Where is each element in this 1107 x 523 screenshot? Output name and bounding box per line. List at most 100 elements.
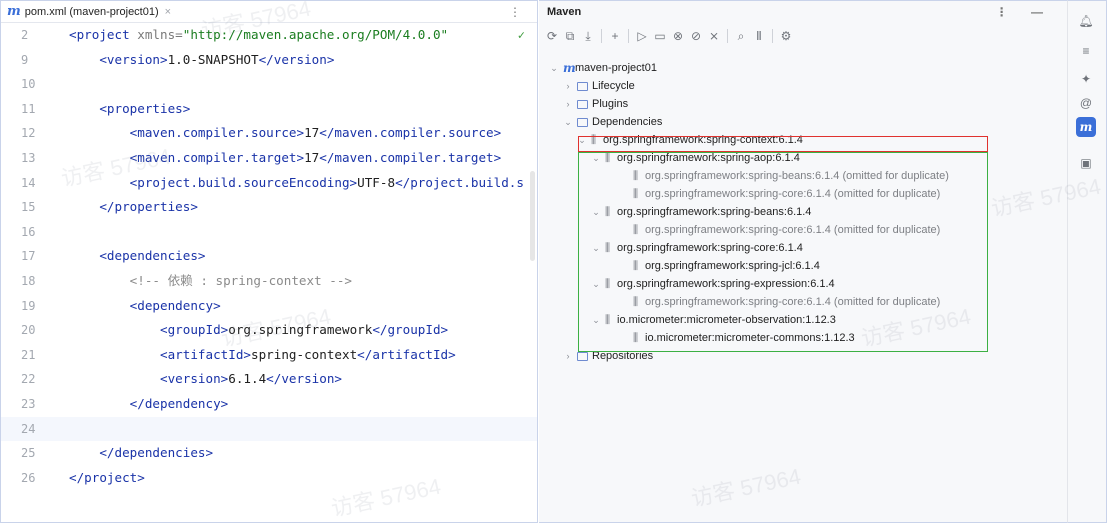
chevron-right-icon[interactable]: › bbox=[563, 95, 573, 113]
collapse-icon[interactable]: ⨯ bbox=[705, 27, 723, 45]
line-number: 23 bbox=[21, 396, 36, 411]
code-line[interactable]: 20 <groupId>org.springframework</groupId… bbox=[1, 318, 537, 343]
chevron-down-icon[interactable]: ⌄ bbox=[563, 113, 573, 131]
line-number: 26 bbox=[21, 470, 36, 485]
run-icon[interactable]: ▷ bbox=[633, 27, 651, 45]
toolbar-separator bbox=[628, 29, 629, 43]
code-line[interactable]: 16 bbox=[1, 220, 537, 245]
code-text: <maven.compiler.source>17</maven.compile… bbox=[129, 125, 502, 141]
structure-icon[interactable]: ▣ bbox=[1076, 153, 1096, 173]
code-line[interactable]: 17 <dependencies> bbox=[1, 244, 537, 269]
tree-node-label: org.springframework:spring-core:6.1.4 bbox=[617, 242, 803, 254]
maven-title: Maven bbox=[547, 6, 582, 18]
tree-node-label: org.springframework:spring-context:6.1.4 bbox=[603, 134, 803, 146]
maven-icon[interactable]: m bbox=[1076, 117, 1096, 137]
tree-node[interactable]: ⫼ org.springframework:spring-jcl:6.1.4 bbox=[539, 257, 1067, 275]
tree-node[interactable]: ⌄ ⫼ org.springframework:spring-context:6.1… bbox=[539, 131, 1067, 149]
maven-header-actions[interactable]: ⋮ — bbox=[996, 5, 1053, 19]
code-line[interactable]: 12 <maven.compiler.source>17</maven.comp… bbox=[1, 121, 537, 146]
chevron-right-icon[interactable]: › bbox=[563, 77, 573, 95]
editor-pane: m pom.xml (maven-project01) × ⋮ 2 <projec… bbox=[0, 0, 538, 523]
tree-node[interactable]: ⫼ io.micrometer:micrometer-commons:1.12.3 bbox=[539, 329, 1067, 347]
notifications-icon[interactable]: 🔔︎ bbox=[1076, 11, 1096, 31]
folder-icon bbox=[577, 82, 588, 91]
code-line[interactable]: 18 <!-- 依赖 : spring-context --> bbox=[1, 269, 537, 294]
chevron-right-icon[interactable]: › bbox=[563, 347, 573, 365]
code-text: </properties> bbox=[99, 199, 198, 215]
tree-node[interactable]: ⫼ org.springframework:spring-beans:6.1.4 … bbox=[539, 167, 1067, 185]
inspection-ok-icon[interactable]: ✓ bbox=[518, 23, 525, 48]
tree-node[interactable]: › Repositories bbox=[539, 347, 1067, 365]
skip-tests-icon[interactable]: ⊘ bbox=[687, 27, 705, 45]
tree-node[interactable]: ⌄ Dependencies bbox=[539, 113, 1067, 131]
library-icon: ⫼ bbox=[605, 206, 611, 218]
line-number: 20 bbox=[21, 323, 36, 338]
tab-label: pom.xml (maven-project01) bbox=[24, 5, 159, 18]
tree-node-label: io.micrometer:micrometer-observation:1.1… bbox=[617, 314, 836, 326]
tree-node[interactable]: ⫼ org.springframework:spring-core:6.1.4 (… bbox=[539, 185, 1067, 203]
ai-assistant-icon[interactable]: ✦ bbox=[1076, 69, 1096, 89]
line-number: 18 bbox=[21, 273, 36, 288]
tree-node-label: Dependencies bbox=[592, 116, 663, 128]
code-line[interactable]: 10 bbox=[1, 72, 537, 97]
code-area[interactable]: 2 <project xmlns="http://maven.apache.org… bbox=[1, 23, 537, 522]
editor-scrollbar[interactable] bbox=[530, 171, 535, 261]
execute-goal-icon[interactable]: ▭ bbox=[651, 27, 669, 45]
library-icon: ⫼ bbox=[605, 278, 611, 290]
generate-sources-icon[interactable]: ⧉ bbox=[561, 27, 579, 45]
tree-node[interactable]: ⌄ ⫼ org.springframework:spring-core:6.1.4 bbox=[539, 239, 1067, 257]
code-text: </dependency> bbox=[129, 395, 229, 411]
database-icon[interactable]: ≡ bbox=[1076, 41, 1096, 61]
chevron-down-icon[interactable]: ⌄ bbox=[591, 311, 601, 329]
code-line[interactable]: 9 <version>1.0-SNAPSHOT</version> bbox=[1, 48, 537, 73]
code-line[interactable]: 22 <version>6.1.4</version> bbox=[1, 367, 537, 392]
code-line[interactable]: 2 <project xmlns="http://maven.apache.org… bbox=[1, 23, 537, 48]
code-line[interactable]: 14 <project.build.sourceEncoding>UTF-8</… bbox=[1, 171, 537, 196]
tree-node[interactable]: ⌄ ⫼ io.micrometer:micrometer-observation:1… bbox=[539, 311, 1067, 329]
chevron-down-icon[interactable]: ⌄ bbox=[591, 239, 601, 257]
tree-node[interactable]: ⫼ org.springframework:spring-core:6.1.4 (… bbox=[539, 293, 1067, 311]
code-text: <properties> bbox=[99, 100, 191, 116]
reload-icon[interactable]: ⟳ bbox=[543, 27, 561, 45]
maven-header: Maven ⋮ — bbox=[539, 1, 1067, 23]
tree-node[interactable]: ⌄ ⫼ org.springframework:spring-aop:6.1.4 bbox=[539, 149, 1067, 167]
add-icon[interactable]: + bbox=[606, 27, 624, 45]
tree-node[interactable]: › Plugins bbox=[539, 95, 1067, 113]
chevron-down-icon[interactable]: ⌄ bbox=[549, 59, 559, 77]
line-number: 12 bbox=[21, 126, 36, 141]
more-options-icon[interactable]: ⋮ bbox=[509, 5, 521, 19]
code-line[interactable]: 19 <dependency> bbox=[1, 294, 537, 319]
chevron-down-icon[interactable]: ⌄ bbox=[591, 149, 601, 167]
tree-node[interactable]: ⌄ m maven-project01 bbox=[539, 59, 1067, 77]
chevron-down-icon[interactable]: ⌄ bbox=[591, 275, 601, 293]
settings-icon[interactable]: ⚙ bbox=[777, 27, 795, 45]
code-line[interactable]: 24 bbox=[1, 416, 537, 442]
code-text: <dependencies> bbox=[99, 248, 206, 264]
tab-pom-xml[interactable]: m pom.xml (maven-project01) × bbox=[1, 1, 177, 23]
toggle-offline-icon[interactable]: ⊗ bbox=[669, 27, 687, 45]
code-line[interactable]: 25 </dependencies> bbox=[1, 441, 537, 466]
tree-node[interactable]: ⫼ org.springframework:spring-core:6.1.4 (… bbox=[539, 221, 1067, 239]
code-line[interactable]: 11 <properties> bbox=[1, 97, 537, 122]
library-icon: ⫼ bbox=[633, 332, 639, 344]
code-line[interactable]: 21 <artifactId>spring-context</artifactI… bbox=[1, 343, 537, 368]
tree-node[interactable]: › Lifecycle bbox=[539, 77, 1067, 95]
code-line[interactable]: 23 </dependency> bbox=[1, 392, 537, 417]
show-diagram-icon[interactable]: Ⅱ bbox=[750, 27, 768, 45]
line-number: 10 bbox=[21, 77, 36, 92]
analyze-icon[interactable]: ⌕ bbox=[732, 27, 750, 45]
editor-tab-bar: m pom.xml (maven-project01) × ⋮ bbox=[1, 1, 537, 23]
code-line[interactable]: 13 <maven.compiler.target>17</maven.comp… bbox=[1, 146, 537, 171]
library-icon: ⫼ bbox=[633, 296, 639, 308]
close-icon[interactable]: × bbox=[165, 6, 171, 18]
tree-node[interactable]: ⌄ ⫼ org.springframework:spring-beans:6.1.4 bbox=[539, 203, 1067, 221]
download-icon[interactable]: ⤓ bbox=[579, 27, 597, 45]
copilot-icon[interactable]: @ bbox=[1076, 93, 1096, 113]
code-line[interactable]: 26 </project> bbox=[1, 466, 537, 491]
chevron-down-icon[interactable]: ⌄ bbox=[591, 203, 601, 221]
library-icon: ⫼ bbox=[605, 242, 611, 254]
code-line[interactable]: 15 </properties> bbox=[1, 195, 537, 220]
library-icon: ⫼ bbox=[633, 170, 639, 182]
chevron-down-icon[interactable]: ⌄ bbox=[577, 131, 587, 149]
tree-node[interactable]: ⌄ ⫼ org.springframework:spring-expression:… bbox=[539, 275, 1067, 293]
